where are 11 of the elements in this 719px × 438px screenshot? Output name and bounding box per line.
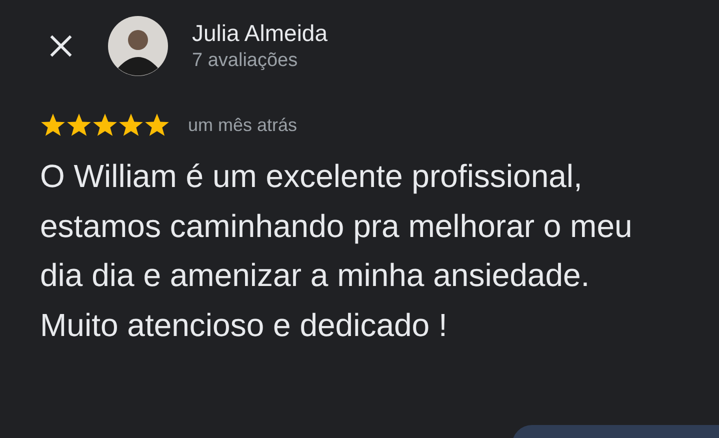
star-icon: [66, 112, 92, 138]
reviewer-name: Julia Almeida: [192, 19, 328, 48]
review-time: um mês atrás: [188, 114, 298, 136]
star-icon: [92, 112, 118, 138]
star-icon: [144, 112, 170, 138]
avatar-icon: [108, 16, 168, 76]
star-icon: [40, 112, 66, 138]
review-text: O William é um excelente profissional, estamos caminhando pra melhorar o meu dia dia e amenizar a minha ansiedade. Muito atencioso e dedicado !: [40, 157, 634, 344]
close-icon[interactable]: [48, 33, 74, 59]
review-count: 7 avaliações: [192, 49, 299, 73]
star-icon: [118, 112, 144, 138]
